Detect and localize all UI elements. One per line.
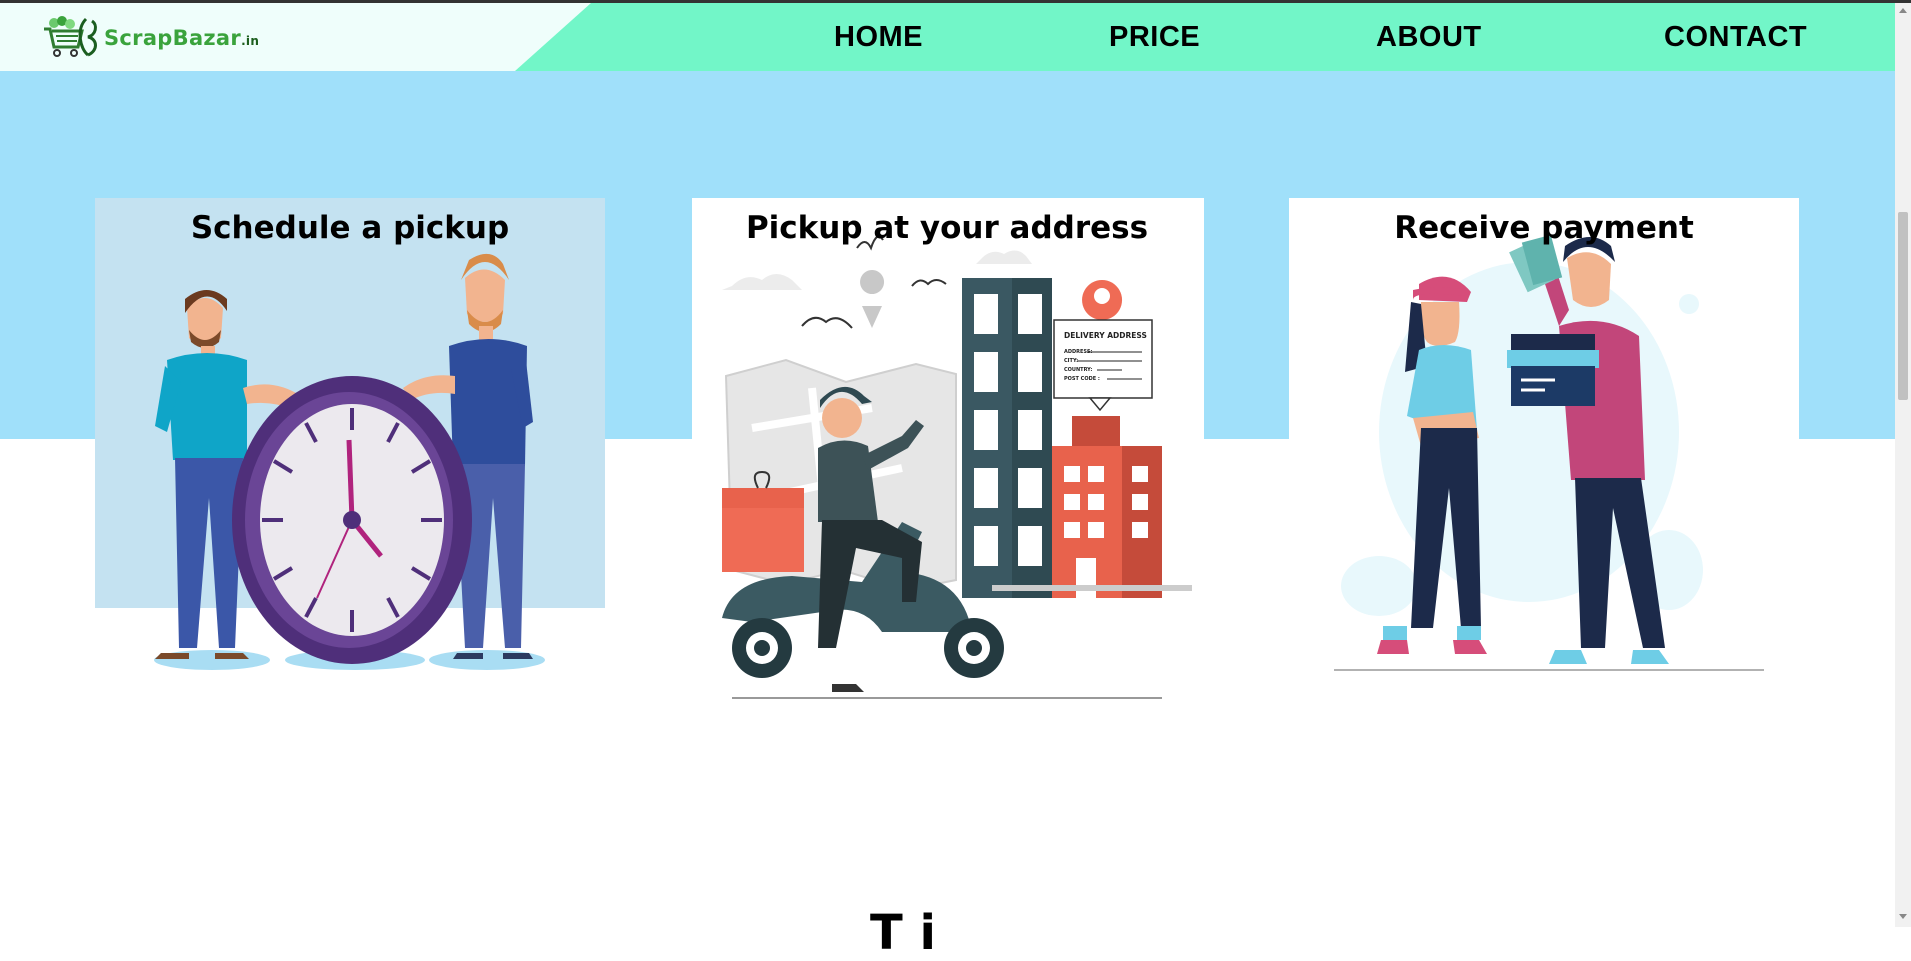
brand-logo[interactable]: ScrapBazar.in — [40, 13, 259, 63]
scroll-down-icon[interactable] — [1899, 914, 1907, 919]
brand-name: ScrapBazar.in — [104, 26, 260, 50]
nav-contact[interactable]: CONTACT — [1664, 3, 1807, 71]
step-title: Pickup at your address — [745, 210, 1149, 246]
step-card-schedule: Schedule a pickup — [95, 198, 605, 670]
nav-about[interactable]: ABOUT — [1376, 3, 1482, 71]
next-section-heading: T i — [870, 905, 936, 961]
nav-home[interactable]: HOME — [834, 3, 923, 71]
delivery-label-line: COUNTRY: — [1064, 367, 1092, 373]
step-title: Schedule a pickup — [190, 210, 510, 246]
delivery-label-line: CITY: — [1064, 358, 1078, 364]
step-card-pickup: DELIVERY ADDRESS ADDRESS: CITY: COUNTRY:… — [692, 198, 1204, 699]
payment-handover-illustration — [1334, 234, 1764, 671]
cart-icon — [44, 16, 97, 57]
scrollbar-track[interactable] — [1895, 3, 1911, 927]
schedule-clock-illustration — [154, 253, 545, 670]
scrollbar-thumb[interactable] — [1898, 212, 1908, 400]
delivery-label-line: POST CODE : — [1064, 376, 1100, 382]
step-card-payment: Receive payment — [1289, 198, 1799, 671]
nav-price[interactable]: PRICE — [1109, 3, 1200, 71]
scroll-up-icon[interactable] — [1899, 8, 1907, 13]
site-header: ScrapBazar.in HOME PRICE ABOUT CONTACT — [0, 3, 1895, 71]
step-title: Receive payment — [1394, 210, 1694, 246]
delivery-label-title: DELIVERY ADDRESS — [1064, 331, 1147, 340]
delivery-scooter-illustration: DELIVERY ADDRESS ADDRESS: CITY: COUNTRY:… — [722, 235, 1192, 699]
